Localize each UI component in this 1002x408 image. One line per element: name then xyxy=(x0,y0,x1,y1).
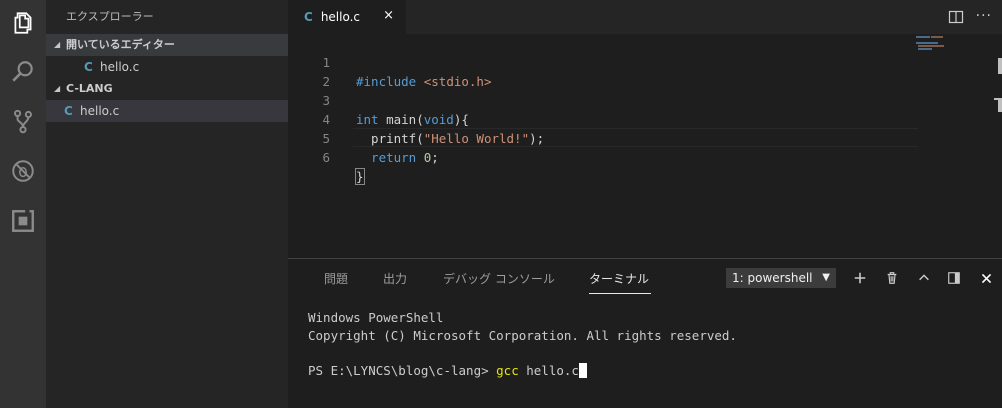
terminal-line: Copyright (C) Microsoft Corporation. All… xyxy=(308,327,737,343)
open-editors-label: 開いているエディター xyxy=(66,38,175,51)
explorer-icon[interactable] xyxy=(0,0,46,46)
explorer-sidebar: エクスプローラー ◢ 開いているエディター C hello.c ◢ C-LANG… xyxy=(46,0,288,408)
open-editor-filename: hello.c xyxy=(100,60,140,74)
expand-triangle-icon: ◢ xyxy=(54,40,61,49)
statement-end: ; xyxy=(431,150,439,165)
expand-triangle-icon: ◢ xyxy=(54,84,61,93)
active-tab-underline xyxy=(589,293,651,294)
terminal-select[interactable]: 1: powershell ▼ xyxy=(726,268,836,288)
code-line-1: 1 #include <stdio.h> xyxy=(288,34,928,89)
terminal-args: hello.c xyxy=(518,362,579,378)
c-file-icon: C xyxy=(304,10,313,24)
split-editor-icon[interactable] xyxy=(948,9,964,25)
panel-tab-bar: 問題 出力 デバッグ コンソール ターミナル 1: powershell ▼ xyxy=(288,259,1002,297)
file-item-filename: hello.c xyxy=(80,104,120,118)
chevron-up-icon xyxy=(919,274,929,281)
open-editors-header[interactable]: ◢ 開いているエディター xyxy=(46,34,288,56)
maximize-panel-button[interactable] xyxy=(914,268,934,288)
extensions-icon[interactable] xyxy=(0,198,46,244)
close-icon xyxy=(981,273,991,283)
tab-debug-console[interactable]: デバッグ コンソール xyxy=(443,270,555,287)
close-tab-icon[interactable]: × xyxy=(383,8,394,23)
toggle-panel-position-button[interactable] xyxy=(944,268,964,288)
folder-label: C-LANG xyxy=(66,82,113,95)
terminal-select-value: 1: powershell xyxy=(732,271,813,285)
close-brace: } xyxy=(355,168,365,185)
c-file-icon: C xyxy=(64,104,73,118)
editor-tab-bar: C hello.c × ··· xyxy=(288,0,1002,34)
terminal-output[interactable]: Windows PowerShell Copyright (C) Microso… xyxy=(308,309,737,379)
minimap[interactable] xyxy=(916,34,986,258)
new-terminal-button[interactable] xyxy=(850,268,870,288)
explorer-title: エクスプローラー xyxy=(66,10,154,23)
terminal-prompt: PS E:\LYNCS\blog\c-lang> xyxy=(308,362,497,378)
tab-output[interactable]: 出力 xyxy=(383,270,407,287)
close-panel-button[interactable] xyxy=(976,268,996,288)
folder-header[interactable]: ◢ C-LANG xyxy=(46,78,288,100)
trash-icon xyxy=(887,272,897,284)
terminal-command: gcc xyxy=(496,362,519,378)
c-file-icon: C xyxy=(84,60,93,74)
code-line-2: 2 xyxy=(288,53,928,89)
kill-terminal-button[interactable] xyxy=(882,268,902,288)
code-line-6: 6 } xyxy=(288,129,928,185)
debug-icon[interactable] xyxy=(0,148,46,194)
panel-layout-icon xyxy=(948,272,960,284)
editor-scrollbar[interactable] xyxy=(992,34,1002,258)
search-icon[interactable] xyxy=(0,49,46,95)
plus-icon xyxy=(854,272,866,284)
return-keyword: return xyxy=(356,150,417,165)
open-editor-item-hello-c[interactable]: C hello.c xyxy=(46,56,288,78)
more-actions-icon[interactable]: ··· xyxy=(976,8,992,24)
dropdown-arrow-icon: ▼ xyxy=(822,272,830,283)
tab-hello-c[interactable]: C hello.c × xyxy=(288,0,406,34)
code-editor[interactable]: 1 #include <stdio.h> 2 3 int main(void){… xyxy=(288,34,1002,258)
terminal-cursor xyxy=(578,362,587,378)
bottom-panel: 問題 出力 デバッグ コンソール ターミナル 1: powershell ▼ W… xyxy=(288,258,1002,408)
code-line-3: 3 int main(void){ xyxy=(288,72,928,127)
code-line-5: 5 return 0; xyxy=(288,110,928,165)
code-line-4: 4 printf("Hello World!"); xyxy=(288,91,928,146)
tab-terminal[interactable]: ターミナル xyxy=(589,270,649,287)
terminal-line: Windows PowerShell xyxy=(308,310,444,325)
return-value: 0 xyxy=(416,150,432,165)
line-number: 6 xyxy=(322,150,330,165)
activity-bar xyxy=(0,0,46,408)
file-item-hello-c[interactable]: C hello.c xyxy=(46,100,288,122)
tab-label: hello.c xyxy=(320,10,361,24)
source-control-icon[interactable] xyxy=(0,98,46,144)
terminal-prompt-line: PS E:\LYNCS\blog\c-lang> gcc hello.c xyxy=(308,362,737,380)
tab-problems[interactable]: 問題 xyxy=(324,270,348,287)
